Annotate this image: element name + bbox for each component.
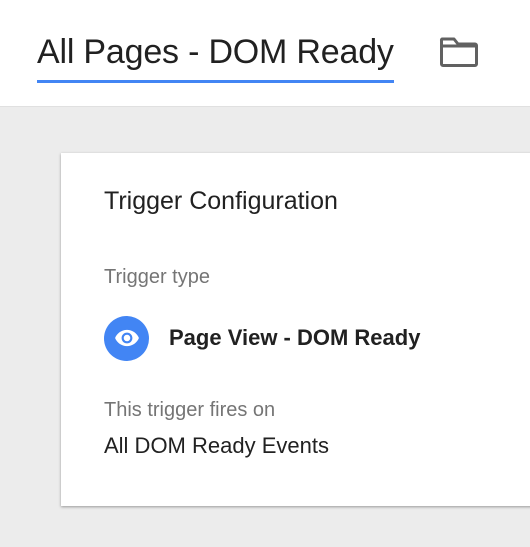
trigger-type-value: Page View - DOM Ready [169, 325, 421, 350]
eye-icon [104, 315, 149, 361]
trigger-type-row: Page View - DOM Ready [104, 315, 420, 361]
trigger-configuration-card[interactable]: Trigger Configuration Trigger type Page … [61, 153, 530, 506]
trigger-name-field[interactable]: All Pages - DOM Ready [37, 30, 394, 84]
trigger-type-label: Trigger type [104, 266, 210, 288]
trigger-header: All Pages - DOM Ready [0, 0, 530, 107]
card-title: Trigger Configuration [104, 187, 338, 215]
folder-button[interactable] [439, 34, 479, 70]
folder-icon [439, 37, 478, 67]
fires-on-label: This trigger fires on [104, 399, 276, 421]
fires-on-value: All DOM Ready Events [104, 433, 329, 458]
trigger-name-title[interactable]: All Pages - DOM Ready [37, 30, 394, 83]
